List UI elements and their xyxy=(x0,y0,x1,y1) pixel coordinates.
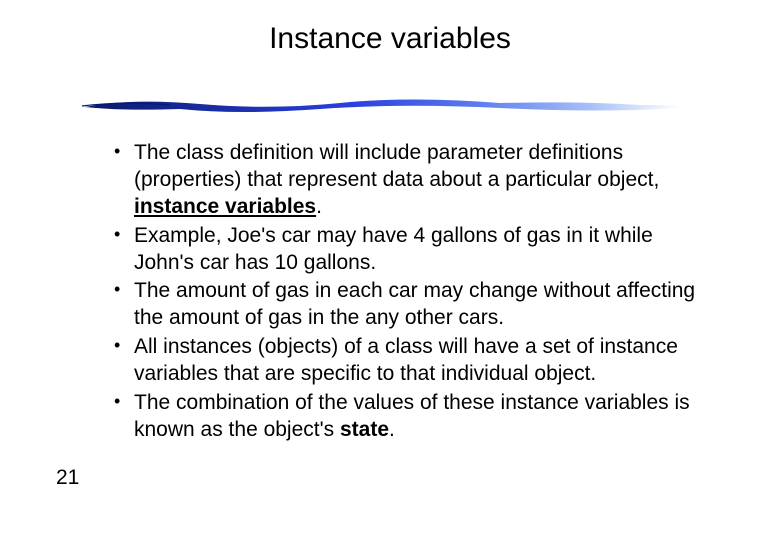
bullet-list: The class definition will include parame… xyxy=(112,140,702,446)
slide: Instance variables The class definition … xyxy=(0,0,780,540)
bullet-text-pre: The class definition will include parame… xyxy=(134,141,659,191)
title-underline xyxy=(80,95,680,115)
bullet-text-pre: The amount of gas in each car may change… xyxy=(134,279,695,329)
bullet-text-pre: The combination of the values of these i… xyxy=(134,391,690,441)
bullet-item: All instances (objects) of a class will … xyxy=(112,334,702,388)
bullet-text-em: state xyxy=(340,418,389,441)
bullet-item: The class definition will include parame… xyxy=(112,140,702,221)
page-number: 21 xyxy=(56,466,79,490)
bullet-item: The combination of the values of these i… xyxy=(112,390,702,444)
slide-title: Instance variables xyxy=(0,22,780,56)
bullet-item: The amount of gas in each car may change… xyxy=(112,278,702,332)
bullet-text-pre: All instances (objects) of a class will … xyxy=(134,335,678,385)
bullet-text-em: instance variables xyxy=(134,195,316,218)
bullet-text-post: . xyxy=(389,418,395,441)
bullet-item: Example, Joe's car may have 4 gallons of… xyxy=(112,223,702,277)
bullet-text-post: . xyxy=(316,195,322,218)
bullet-text-pre: Example, Joe's car may have 4 gallons of… xyxy=(134,224,653,274)
